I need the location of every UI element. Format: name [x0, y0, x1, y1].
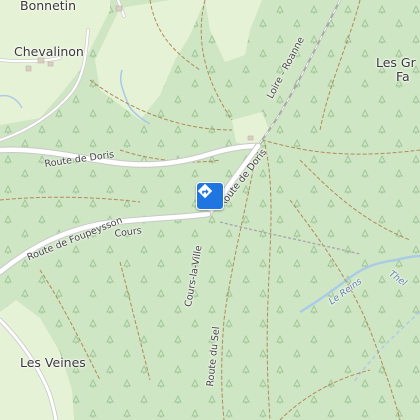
- place-label-chevalinon: Chevalinon: [14, 44, 84, 59]
- place-label-fa: Fa: [396, 69, 410, 84]
- map-view[interactable]: Bonnetin Chevalinon Les Gr Fa Les Veines…: [0, 0, 420, 420]
- place-label-les-gr: Les Gr: [376, 55, 416, 70]
- directions-marker[interactable]: [196, 182, 224, 210]
- place-label-bonnetin: Bonnetin: [20, 0, 77, 13]
- directions-icon: [197, 183, 213, 199]
- place-label-les-veines: Les Veines: [20, 355, 86, 370]
